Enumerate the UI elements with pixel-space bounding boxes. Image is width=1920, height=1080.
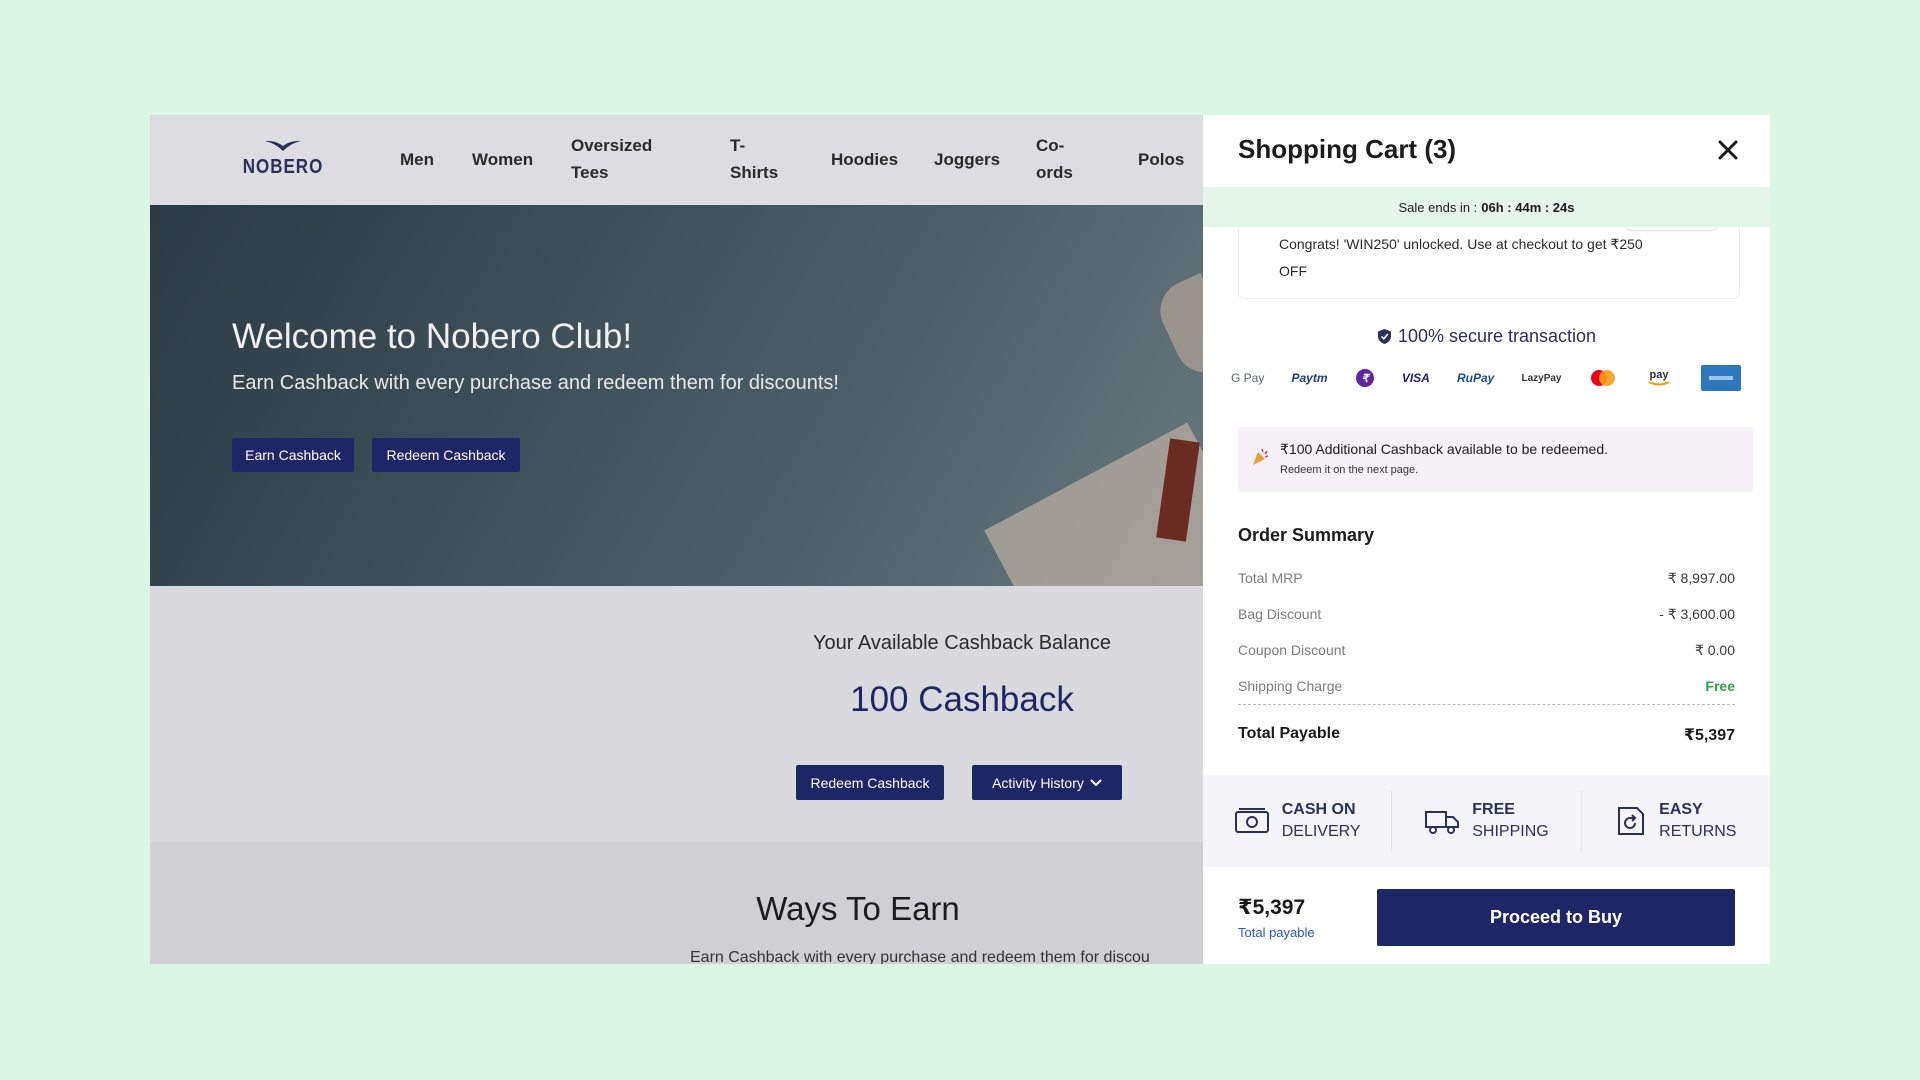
shield-icon (1377, 329, 1391, 344)
earn-cashback-button[interactable]: Earn Cashback (232, 438, 354, 472)
ways-to-earn-title: Ways To Earn (756, 890, 960, 927)
perk-line1: FREE (1472, 801, 1515, 818)
party-popper-icon (1253, 448, 1269, 465)
secure-transaction-text: 100% secure transaction (1397, 326, 1597, 346)
summary-value: ₹ 8,997.00 (1667, 570, 1735, 586)
activity-history-dropdown[interactable]: Activity History (972, 765, 1122, 800)
secure-transaction: 100% secure transaction (1203, 326, 1770, 347)
footer-total-label: Total payable (1238, 925, 1315, 940)
nav-item-men[interactable]: Men (400, 146, 434, 173)
additional-cashback-text: ₹100 Additional Cashback available to be… (1280, 441, 1609, 457)
lazypay-icon: LazyPay (1521, 372, 1562, 384)
summary-label: Shipping Charge (1238, 678, 1343, 694)
perk-line2: SHIPPING (1472, 823, 1549, 840)
total-payable-label: Total Payable (1238, 725, 1340, 742)
gpay-icon: G Pay (1231, 371, 1265, 385)
summary-total-row: Total Payable ₹5,397 (1238, 725, 1735, 745)
summary-row-total-mrp: Total MRP ₹ 8,997.00 (1238, 570, 1735, 587)
perk-free-shipping: FREE SHIPPING (1392, 791, 1582, 851)
perk-line1: EASY (1659, 801, 1703, 818)
nav-item-oversized-tees[interactable]: Oversized Tees (571, 132, 671, 186)
brand-logo[interactable]: NOBERO (243, 137, 322, 183)
coupon-unlocked-text: Congrats! 'WIN250' unlocked. Use at chec… (1279, 236, 1643, 279)
total-payable-value: ₹5,397 (1683, 727, 1735, 744)
hero-banner: Welcome to Nobero Club! Earn Cashback wi… (150, 205, 1203, 586)
nav-item-t-shirts[interactable]: T-Shirts (730, 132, 785, 186)
shipping-free-value: Free (1705, 678, 1735, 694)
hero-decoration (1150, 272, 1203, 383)
chevron-down-icon (1090, 778, 1102, 786)
sale-countdown-bar: Sale ends in : 06h : 44m : 24s (1203, 187, 1770, 227)
perk-cash-on-delivery: CASH ON DELIVERY (1203, 791, 1393, 851)
nav-item-hoodies[interactable]: Hoodies (831, 146, 898, 173)
amex-icon (1700, 365, 1741, 391)
additional-cashback-note: Redeem it on the next page. (1280, 464, 1419, 476)
cashback-page: NOBERO Men Women Oversized Tees T-Shirts… (150, 115, 1203, 964)
cashback-balance-value: 100 Cashback (850, 680, 1074, 719)
sale-ends-label: Sale ends in : (1398, 199, 1478, 215)
rupay-icon: RuPay (1456, 371, 1495, 385)
summary-divider (1238, 704, 1735, 705)
ways-to-earn-subtitle: Earn Cashback with every purchase and re… (690, 949, 1150, 964)
activity-history-label: Activity History (992, 774, 1084, 791)
proceed-to-buy-button[interactable]: Proceed to Buy (1377, 889, 1735, 946)
coupon-unlocked-card: Congrats! 'WIN250' unlocked. Use at chec… (1238, 219, 1740, 299)
perk-line1: CASH ON (1281, 801, 1356, 818)
summary-row-shipping-charge: Shipping Charge Free (1238, 678, 1735, 694)
close-cart-button[interactable] (1713, 135, 1743, 165)
summary-label: Coupon Discount (1238, 642, 1346, 658)
paytm-icon: Paytm (1291, 371, 1328, 385)
nav-item-co-ords[interactable]: Co-ords (1036, 132, 1076, 186)
cash-icon (1234, 808, 1269, 833)
phonepe-icon: ₹ (1355, 365, 1375, 391)
hero-title: Welcome to Nobero Club! (232, 317, 633, 356)
amazon-pay-icon: pay (1644, 365, 1674, 391)
close-icon (1718, 140, 1738, 160)
summary-value: - ₹ 3,600.00 (1659, 606, 1735, 622)
additional-cashback-banner: ₹100 Additional Cashback available to be… (1238, 427, 1753, 492)
order-summary-title: Order Summary (1238, 525, 1375, 545)
cart-header: Shopping Cart (3) (1203, 115, 1770, 187)
payment-methods-row: G Pay Paytm ₹ VISA RuPay LazyPay pay (1231, 362, 1741, 394)
app-window: NOBERO Men Women Oversized Tees T-Shirts… (150, 115, 1770, 964)
perk-easy-returns: EASY RETURNS (1582, 791, 1770, 851)
cart-title: Shopping Cart (3) (1238, 134, 1457, 164)
summary-row-bag-discount: Bag Discount - ₹ 3,600.00 (1238, 606, 1735, 623)
summary-label: Bag Discount (1238, 606, 1322, 622)
perk-line2: RETURNS (1659, 823, 1737, 840)
top-navbar: NOBERO Men Women Oversized Tees T-Shirts… (150, 115, 1203, 205)
hero-redeem-cashback-button[interactable]: Redeem Cashback (372, 438, 520, 472)
nav-item-women[interactable]: Women (472, 146, 533, 173)
logo-wordmark: NOBERO (242, 155, 324, 178)
sale-timer: 06h : 44m : 24s (1481, 199, 1575, 215)
perks-strip: CASH ON DELIVERY FREE SHIPPING EASY RETU… (1203, 775, 1770, 867)
shopping-cart-drawer: Shopping Cart (3) Congrats! 'WIN250' unl… (1203, 115, 1770, 964)
cashback-balance-label: Your Available Cashback Balance (813, 632, 1111, 654)
hero-subtitle: Earn Cashback with every purchase and re… (232, 372, 839, 394)
footer-total-price: ₹5,397 (1238, 896, 1306, 919)
svg-text:pay: pay (1649, 369, 1669, 381)
nav-item-polos[interactable]: Polos (1138, 146, 1184, 173)
summary-label: Total MRP (1238, 570, 1303, 586)
visa-icon: VISA (1401, 371, 1430, 385)
truck-icon (1425, 811, 1460, 834)
logo-bird-icon (265, 140, 301, 151)
summary-row-coupon-discount: Coupon Discount ₹ 0.00 (1238, 642, 1735, 659)
return-box-icon (1618, 807, 1645, 835)
perk-line2: DELIVERY (1281, 823, 1361, 840)
summary-value: ₹ 0.00 (1694, 642, 1735, 658)
mastercard-icon (1589, 365, 1617, 391)
redeem-cashback-button[interactable]: Redeem Cashback (796, 765, 944, 800)
nav-item-joggers[interactable]: Joggers (934, 146, 1000, 173)
